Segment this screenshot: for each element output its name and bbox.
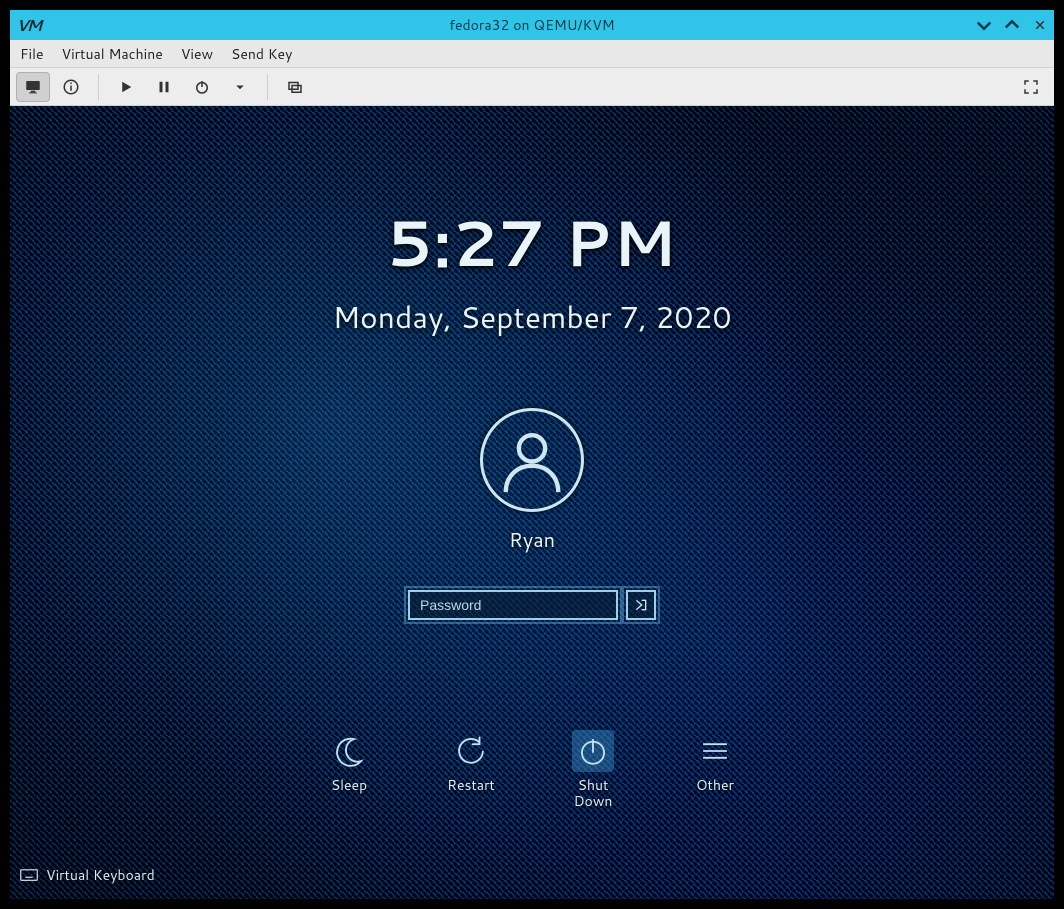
toolbar xyxy=(10,68,1054,106)
lock-date: Monday, September 7, 2020 xyxy=(332,295,731,338)
toolbar-separator xyxy=(267,74,268,100)
menu-view[interactable]: View xyxy=(181,44,213,64)
power-shutdown[interactable]: Shut Down xyxy=(558,730,628,809)
password-row xyxy=(408,590,656,620)
close-icon xyxy=(1034,19,1046,31)
virtual-keyboard-toggle[interactable]: Virtual Keyboard xyxy=(20,865,155,885)
power-icon xyxy=(193,78,211,96)
username-label: Ryan xyxy=(509,526,555,554)
window-frame: VM fedora32 on QEMU/KVM File Virtual Mac… xyxy=(0,0,1064,909)
window-title: fedora32 on QEMU/KVM xyxy=(10,15,1054,35)
run-button[interactable] xyxy=(109,72,143,102)
virt-manager-logo-icon: VM xyxy=(16,14,40,37)
shutdown-menu-button[interactable] xyxy=(223,72,257,102)
maximize-button[interactable] xyxy=(1002,15,1022,35)
shutdown-icon xyxy=(572,730,614,772)
menu-send-key[interactable]: Send Key xyxy=(231,44,292,64)
snapshots-button[interactable] xyxy=(278,72,312,102)
other-icon xyxy=(694,730,736,772)
sleep-icon xyxy=(328,730,370,772)
enter-icon xyxy=(633,597,649,613)
monitor-icon xyxy=(24,78,42,96)
power-row: Sleep Restart Shut Down xyxy=(314,730,750,809)
menu-file[interactable]: File xyxy=(20,44,44,64)
menubar: File Virtual Machine View Send Key xyxy=(10,40,1054,68)
power-restart[interactable]: Restart xyxy=(436,730,506,809)
shutdown-button[interactable] xyxy=(185,72,219,102)
power-sleep-label: Sleep xyxy=(331,778,367,793)
power-sleep[interactable]: Sleep xyxy=(314,730,384,809)
power-restart-label: Restart xyxy=(447,778,495,793)
console-view-button[interactable] xyxy=(16,72,50,102)
fullscreen-icon xyxy=(1022,78,1040,96)
login-submit-button[interactable] xyxy=(626,590,656,620)
titlebar: VM fedora32 on QEMU/KVM xyxy=(10,10,1054,40)
fullscreen-button[interactable] xyxy=(1014,72,1048,102)
password-input[interactable] xyxy=(408,590,618,620)
pause-icon xyxy=(155,78,173,96)
guest-display[interactable]: 5:27 PM Monday, September 7, 2020 Ryan xyxy=(10,106,1054,899)
virtual-keyboard-label: Virtual Keyboard xyxy=(46,865,155,885)
play-icon xyxy=(117,78,135,96)
menu-virtual-machine[interactable]: Virtual Machine xyxy=(62,44,163,64)
window-inner: VM fedora32 on QEMU/KVM File Virtual Mac… xyxy=(10,10,1054,899)
avatar xyxy=(480,408,584,512)
user-block: Ryan xyxy=(480,408,584,554)
snapshots-icon xyxy=(286,78,304,96)
window-controls xyxy=(974,15,1050,35)
toolbar-separator xyxy=(98,74,99,100)
lock-clock: 5:27 PM xyxy=(387,196,678,287)
power-other-label: Other xyxy=(696,778,734,793)
user-icon xyxy=(497,425,567,495)
details-view-button[interactable] xyxy=(54,72,88,102)
power-shutdown-label: Shut Down xyxy=(574,778,613,809)
restart-icon xyxy=(450,730,492,772)
info-icon xyxy=(62,78,80,96)
caret-down-icon xyxy=(231,78,249,96)
chevron-up-icon xyxy=(1002,15,1022,35)
close-button[interactable] xyxy=(1030,15,1050,35)
minimize-button[interactable] xyxy=(974,15,994,35)
pause-button[interactable] xyxy=(147,72,181,102)
power-other[interactable]: Other xyxy=(680,730,750,809)
chevron-down-icon xyxy=(974,15,994,35)
keyboard-icon xyxy=(20,868,38,882)
